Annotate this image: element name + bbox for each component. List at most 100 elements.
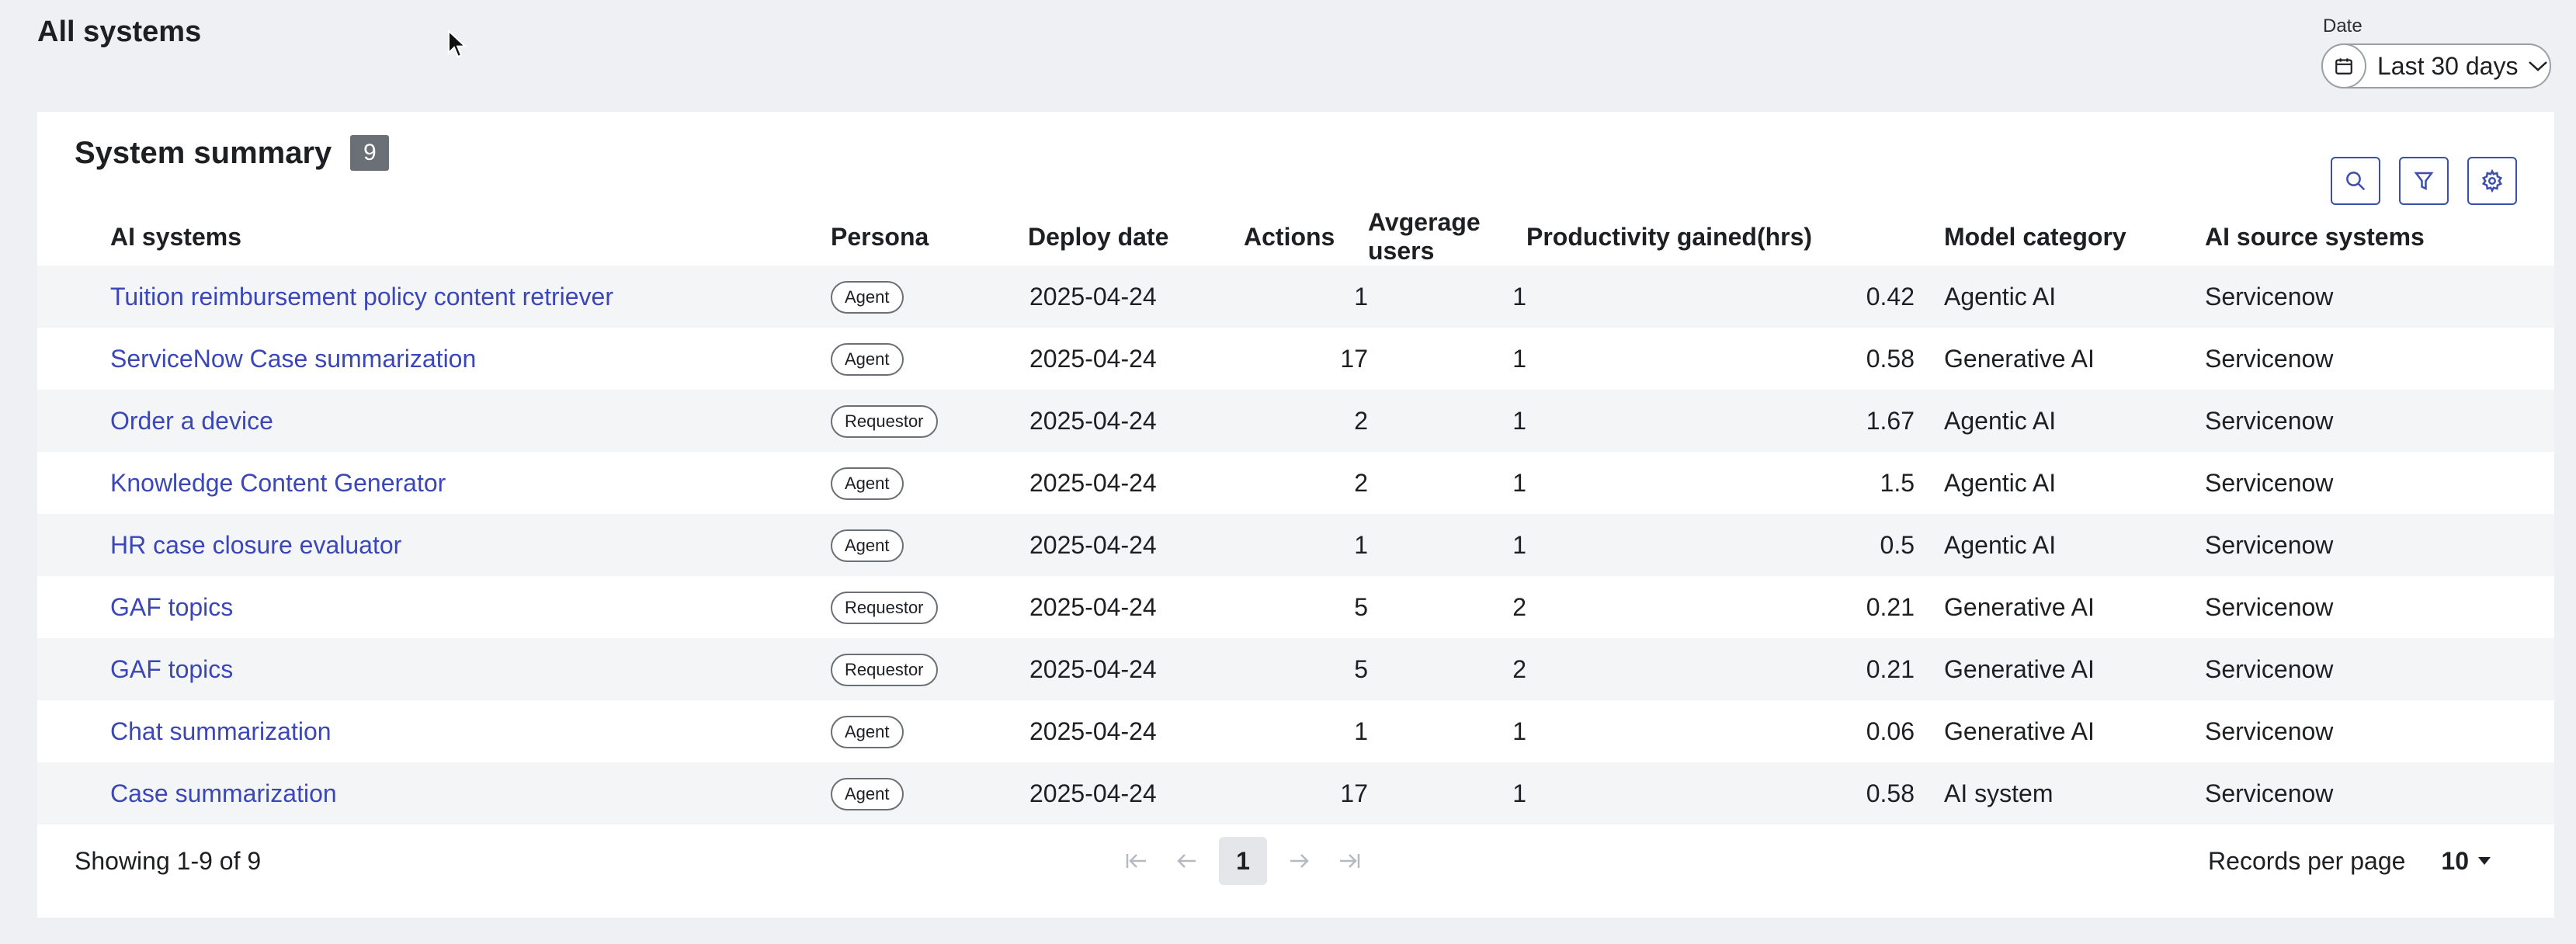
avg-users-cell: 1 bbox=[1512, 282, 1526, 311]
col-header-source-systems[interactable]: AI source systems bbox=[2175, 208, 2554, 266]
calendar-icon[interactable] bbox=[2321, 43, 2366, 88]
productivity-cell: 0.42 bbox=[1866, 282, 1915, 311]
page-title: All systems bbox=[37, 16, 202, 48]
table-row: Order a device Requestor 2025-04-24 2 1 … bbox=[37, 390, 2554, 452]
persona-badge: Requestor bbox=[831, 591, 938, 624]
first-page-icon[interactable] bbox=[1120, 844, 1154, 878]
actions-cell: 5 bbox=[1354, 654, 1368, 683]
table-row: HR case closure evaluator Agent 2025-04-… bbox=[37, 514, 2554, 576]
system-summary-card: System summary 9 AI systems Persona Depl… bbox=[37, 112, 2554, 918]
deploy-date-cell: 2025-04-24 bbox=[1029, 592, 1157, 621]
col-header-model-category[interactable]: Model category bbox=[1915, 208, 2175, 266]
source-system-cell: Servicenow bbox=[2205, 530, 2334, 559]
model-category-cell: Generative AI bbox=[1944, 344, 2095, 373]
actions-cell: 2 bbox=[1354, 468, 1368, 497]
persona-badge: Requestor bbox=[831, 653, 938, 686]
system-summary-table: AI systems Persona Deploy date Actions A… bbox=[37, 208, 2554, 824]
records-per-page-select[interactable]: 10 bbox=[2441, 847, 2492, 876]
persona-badge: Requestor bbox=[831, 404, 938, 438]
table-row: Tuition reimbursement policy content ret… bbox=[37, 266, 2554, 328]
deploy-date-cell: 2025-04-24 bbox=[1029, 344, 1157, 373]
productivity-cell: 0.58 bbox=[1866, 344, 1915, 373]
avg-users-cell: 1 bbox=[1512, 717, 1526, 745]
caret-down-icon bbox=[2478, 857, 2491, 865]
deploy-date-cell: 2025-04-24 bbox=[1029, 468, 1157, 497]
search-icon bbox=[2346, 172, 2366, 191]
col-header-actions[interactable]: Actions bbox=[1244, 208, 1368, 266]
model-category-cell: Generative AI bbox=[1944, 654, 2095, 683]
filter-button[interactable] bbox=[2399, 157, 2449, 205]
records-per-page-value: 10 bbox=[2441, 846, 2469, 875]
deploy-date-cell: 2025-04-24 bbox=[1029, 406, 1157, 435]
productivity-cell: 0.21 bbox=[1866, 654, 1915, 683]
model-category-cell: Generative AI bbox=[1944, 592, 2095, 621]
persona-badge: Agent bbox=[831, 342, 904, 376]
col-header-deploy-date[interactable]: Deploy date bbox=[1028, 208, 1244, 266]
source-system-cell: Servicenow bbox=[2205, 654, 2334, 683]
actions-cell: 1 bbox=[1354, 530, 1368, 559]
ai-system-link[interactable]: Chat summarization bbox=[110, 717, 332, 745]
pagination: 1 bbox=[1120, 837, 1366, 885]
model-category-cell: Agentic AI bbox=[1944, 406, 2057, 435]
table-row: Case summarization Agent 2025-04-24 17 1… bbox=[37, 762, 2554, 824]
ai-system-link[interactable]: Case summarization bbox=[110, 779, 337, 807]
table-row: Chat summarization Agent 2025-04-24 1 1 … bbox=[37, 700, 2554, 762]
table-toolbar bbox=[2331, 157, 2517, 205]
ai-system-link[interactable]: GAF topics bbox=[110, 655, 233, 683]
ai-system-link[interactable]: Tuition reimbursement policy content ret… bbox=[110, 283, 613, 311]
previous-page-icon[interactable] bbox=[1169, 844, 1203, 878]
productivity-cell: 1.5 bbox=[1880, 468, 1915, 497]
avg-users-cell: 2 bbox=[1512, 654, 1526, 683]
deploy-date-cell: 2025-04-24 bbox=[1029, 779, 1157, 807]
avg-users-cell: 1 bbox=[1512, 344, 1526, 373]
source-system-cell: Servicenow bbox=[2205, 468, 2334, 497]
last-page-icon[interactable] bbox=[1332, 844, 1366, 878]
search-button[interactable] bbox=[2331, 157, 2380, 205]
persona-badge: Agent bbox=[831, 467, 904, 500]
source-system-cell: Servicenow bbox=[2205, 779, 2334, 807]
records-per-page-label: Records per page bbox=[2208, 846, 2406, 875]
avg-users-cell: 1 bbox=[1512, 530, 1526, 559]
actions-cell: 2 bbox=[1354, 406, 1368, 435]
persona-badge: Agent bbox=[831, 715, 904, 748]
persona-badge: Agent bbox=[831, 777, 904, 810]
ai-system-link[interactable]: Order a device bbox=[110, 407, 273, 435]
col-header-productivity[interactable]: Productivity gained(hrs) bbox=[1526, 208, 1915, 266]
actions-cell: 17 bbox=[1340, 779, 1368, 807]
deploy-date-cell: 2025-04-24 bbox=[1029, 654, 1157, 683]
card-title: System summary bbox=[75, 135, 332, 170]
col-header-ai-systems[interactable]: AI systems bbox=[110, 208, 831, 266]
actions-cell: 1 bbox=[1354, 282, 1368, 311]
persona-badge: Agent bbox=[831, 280, 904, 314]
mouse-cursor-icon bbox=[448, 30, 467, 58]
table-row: ServiceNow Case summarization Agent 2025… bbox=[37, 328, 2554, 390]
model-category-cell: AI system bbox=[1944, 779, 2054, 807]
ai-system-link[interactable]: HR case closure evaluator bbox=[110, 531, 401, 559]
settings-button[interactable] bbox=[2467, 157, 2517, 205]
ai-system-link[interactable]: GAF topics bbox=[110, 593, 233, 621]
avg-users-cell: 2 bbox=[1512, 592, 1526, 621]
current-page-button[interactable]: 1 bbox=[1219, 837, 1267, 885]
productivity-cell: 0.5 bbox=[1880, 530, 1915, 559]
filter-icon bbox=[2414, 172, 2434, 191]
ai-system-link[interactable]: ServiceNow Case summarization bbox=[110, 345, 476, 373]
col-header-persona[interactable]: Persona bbox=[831, 208, 1028, 266]
model-category-cell: Agentic AI bbox=[1944, 468, 2057, 497]
date-range-value: Last 30 days bbox=[2377, 51, 2519, 80]
deploy-date-cell: 2025-04-24 bbox=[1029, 717, 1157, 745]
table-footer: Showing 1-9 of 9 1 Records per page 10 bbox=[37, 824, 2554, 897]
count-badge: 9 bbox=[350, 135, 390, 171]
actions-cell: 5 bbox=[1354, 592, 1368, 621]
card-header: System summary 9 bbox=[75, 135, 390, 171]
avg-users-cell: 1 bbox=[1512, 406, 1526, 435]
source-system-cell: Servicenow bbox=[2205, 406, 2334, 435]
actions-cell: 17 bbox=[1340, 344, 1368, 373]
table-row: GAF topics Requestor 2025-04-24 5 2 0.21… bbox=[37, 576, 2554, 638]
date-range-dropdown[interactable]: Last 30 days bbox=[2321, 43, 2551, 88]
date-filter: Date Last 30 days bbox=[2321, 16, 2551, 88]
date-filter-label: Date bbox=[2323, 16, 2362, 36]
ai-system-link[interactable]: Knowledge Content Generator bbox=[110, 469, 446, 497]
col-header-average-users[interactable]: Avgerage users bbox=[1368, 208, 1526, 266]
source-system-cell: Servicenow bbox=[2205, 592, 2334, 621]
next-page-icon[interactable] bbox=[1283, 844, 1317, 878]
